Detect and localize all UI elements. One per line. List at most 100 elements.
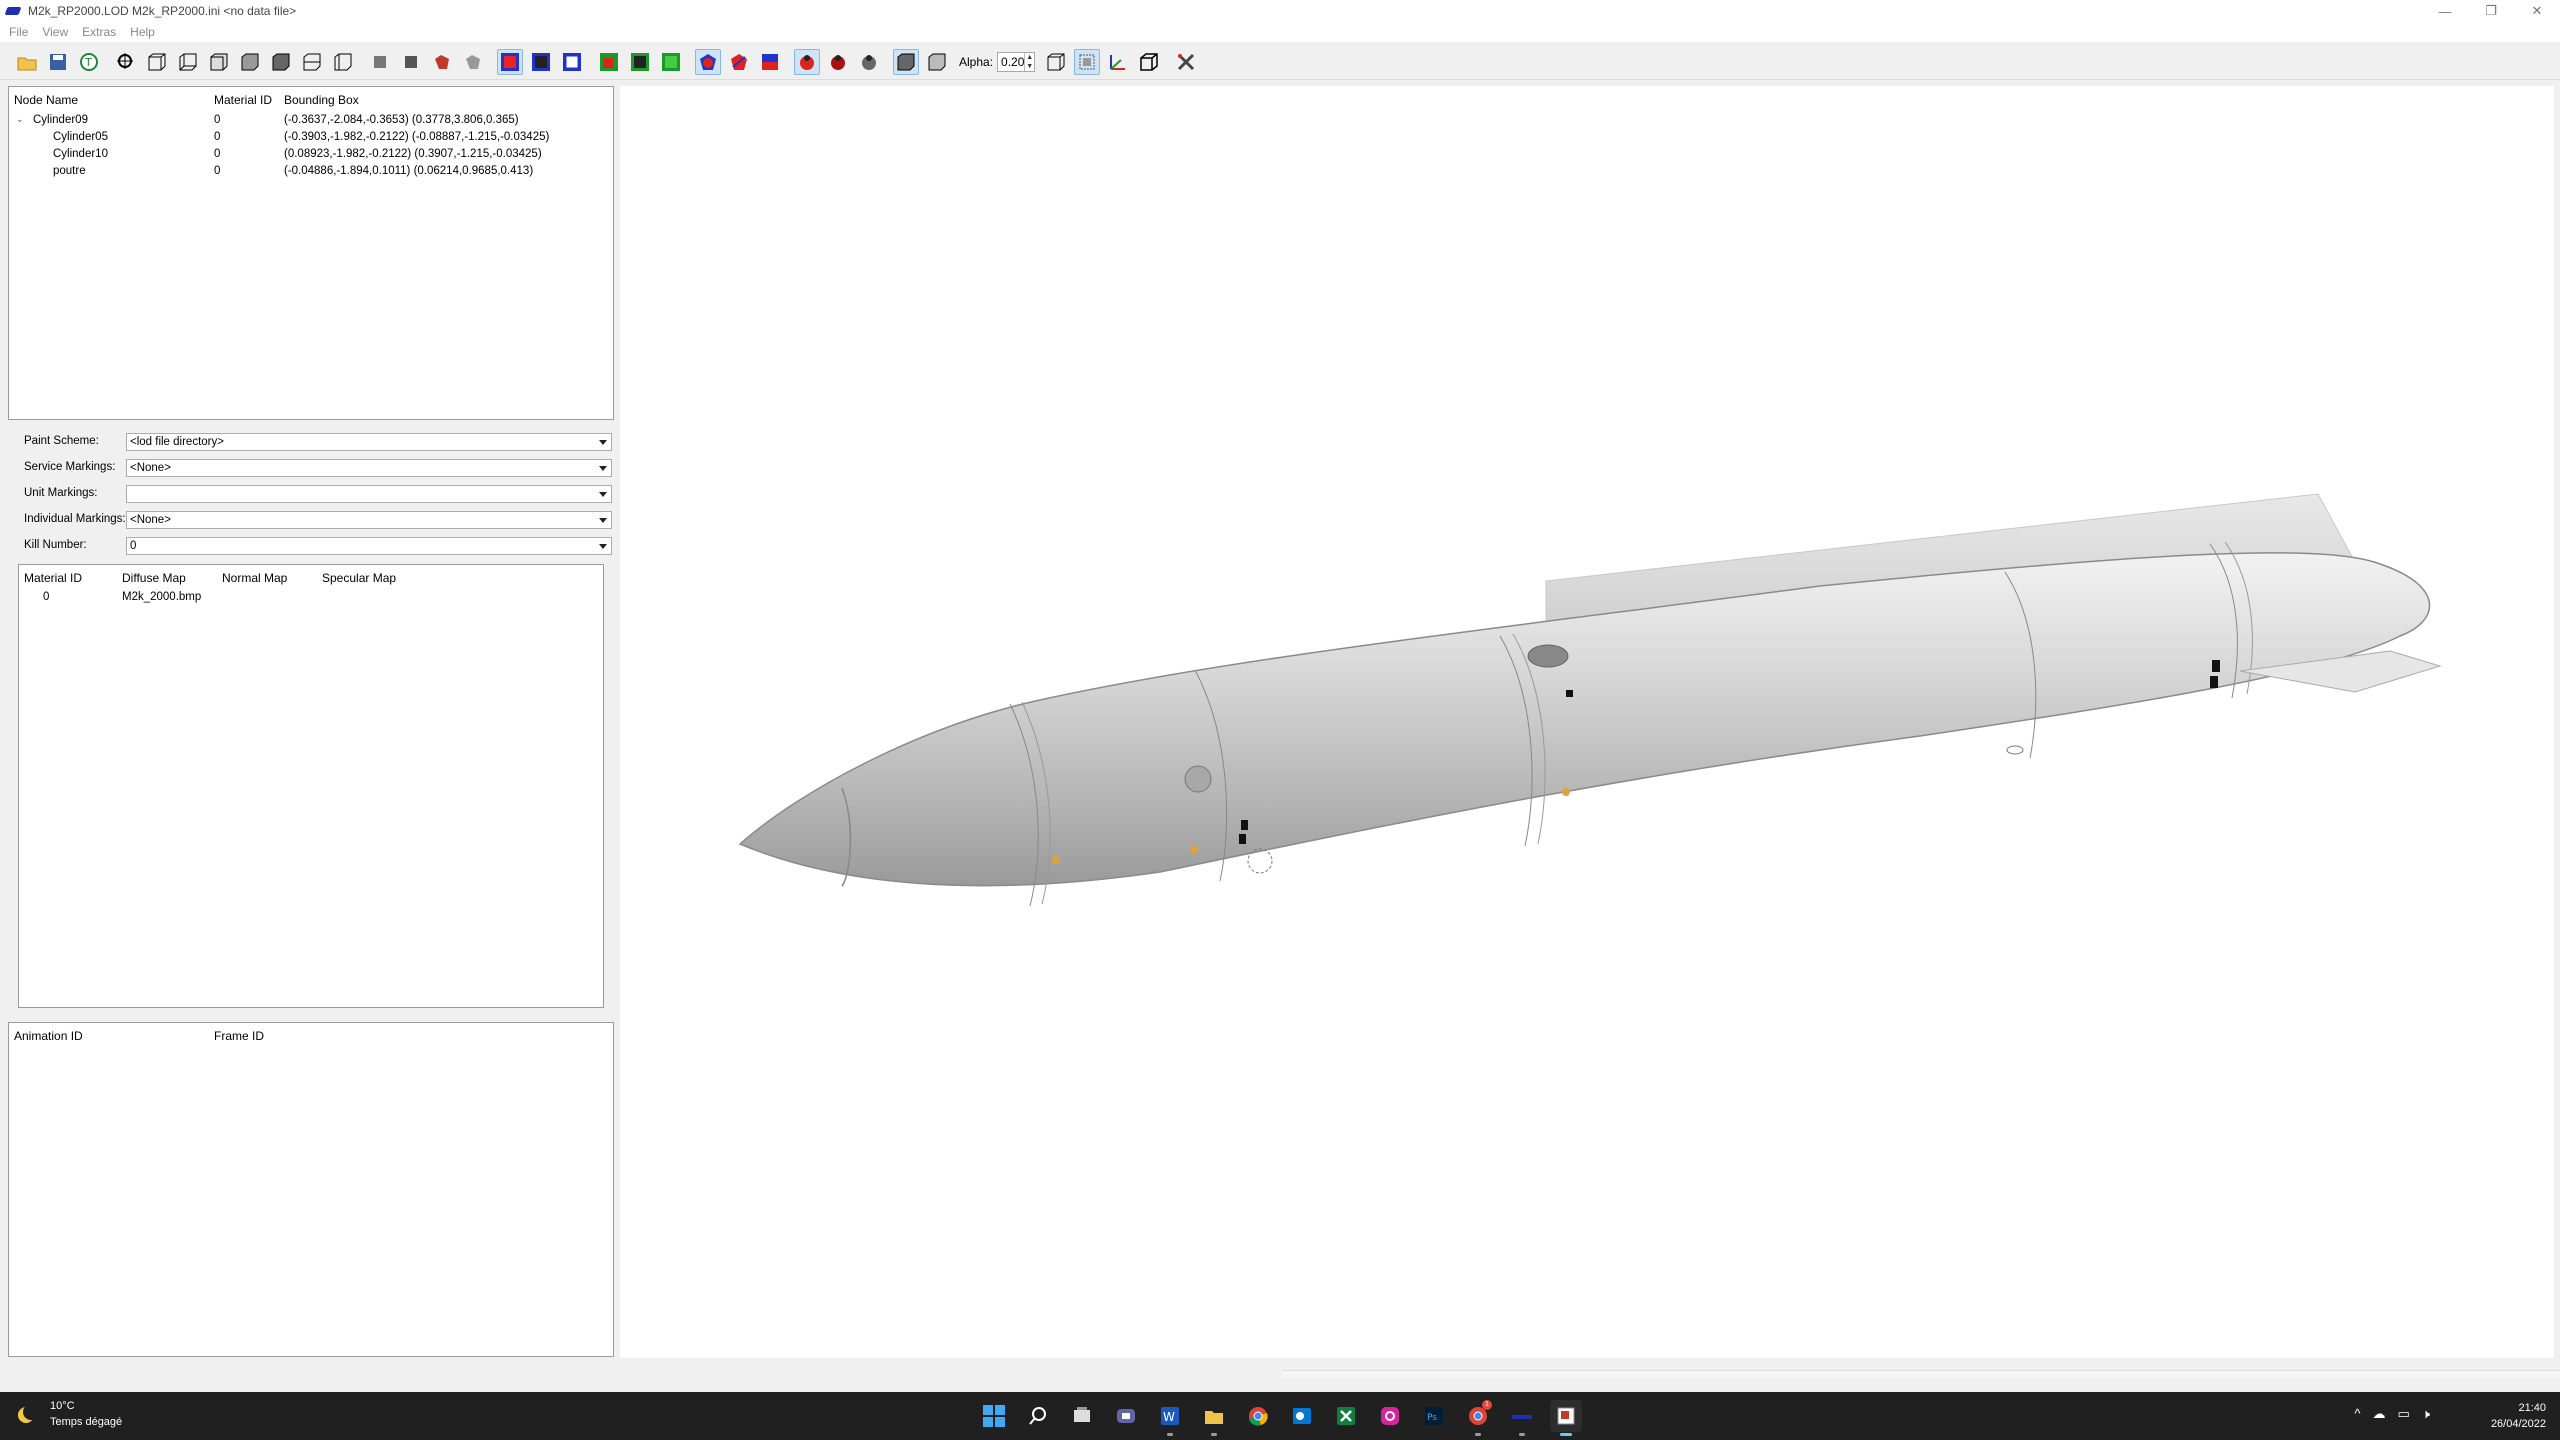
tree-row[interactable]: Cylinder10 0 (0.08923,-1.982,-0.2122) (0… (9, 148, 609, 165)
bbox-dark-icon[interactable] (528, 49, 554, 75)
dropdown-arrow-icon[interactable] (599, 466, 607, 471)
texture-icon[interactable]: T (76, 49, 102, 75)
3d-viewport[interactable] (620, 86, 2554, 1358)
lod-editor-icon[interactable] (1550, 1400, 1582, 1436)
tree-row[interactable]: poutre 0 (-0.04886,-1.894,0.1011) (0.062… (9, 165, 609, 182)
paint-multi-icon[interactable] (757, 49, 783, 75)
tree-row[interactable]: Cylinder05 0 (-0.3903,-1.982,-0.2122) (-… (9, 131, 609, 148)
dropdown-arrow-icon[interactable] (599, 518, 607, 523)
shade-wire-icon[interactable] (460, 49, 486, 75)
network-icon[interactable]: ▭ (2398, 1406, 2410, 1422)
excel-icon[interactable] (1330, 1400, 1362, 1432)
col-node-name[interactable]: Node Name (14, 93, 78, 107)
shade-smooth-icon[interactable] (398, 49, 424, 75)
dropdown-arrow-icon[interactable] (599, 492, 607, 497)
view-left-icon[interactable] (206, 49, 232, 75)
minimize-button[interactable]: — (2422, 0, 2468, 22)
individual-markings-select[interactable]: <None> (126, 511, 612, 529)
chevron-down-icon[interactable]: ⌄ (16, 114, 24, 125)
menu-help[interactable]: Help (130, 25, 155, 39)
task-view-icon[interactable] (1066, 1400, 1098, 1432)
running-indicator (1475, 1433, 1481, 1436)
teams-chat-icon[interactable] (1110, 1400, 1142, 1432)
chrome-icon[interactable] (1242, 1400, 1274, 1432)
materials-panel: Material ID Diffuse Map Normal Map Specu… (18, 564, 604, 1008)
unit-markings-select[interactable] (126, 485, 612, 503)
file-explorer-icon[interactable] (1198, 1400, 1230, 1436)
photoshop-icon[interactable]: Ps (1418, 1400, 1450, 1432)
bbox-toggle-icon[interactable] (1074, 48, 1101, 75)
col-specular-map[interactable]: Specular Map (322, 571, 396, 585)
view-back-icon[interactable] (175, 49, 201, 75)
node-material: 0 (214, 131, 221, 143)
open-folder-icon[interactable] (14, 49, 40, 75)
volume-icon[interactable]: 🕨 (2422, 1406, 2430, 1422)
chevron-up-icon[interactable]: ^ (2354, 1406, 2360, 1422)
col-animation-id[interactable]: Animation ID (14, 1029, 83, 1043)
solid-cube-icon[interactable] (893, 48, 919, 75)
restore-button[interactable]: ❐ (2468, 0, 2514, 22)
col-normal-map[interactable]: Normal Map (222, 571, 287, 585)
wire-cube-icon[interactable] (1043, 49, 1069, 75)
select-green-dark-icon[interactable] (627, 49, 653, 75)
select-green-icon[interactable] (658, 49, 684, 75)
outlook-icon[interactable] (1286, 1400, 1318, 1432)
chrome-profile-icon[interactable]: 1 (1462, 1400, 1494, 1436)
kill-number-select[interactable]: 0 (126, 537, 612, 555)
menu-extras[interactable]: Extras (82, 25, 116, 39)
col-material-id[interactable]: Material ID (214, 93, 272, 107)
box-outline-icon[interactable] (1136, 49, 1162, 75)
menu-bar: File View Extras Help (0, 22, 2560, 42)
tools-icon[interactable] (1173, 49, 1199, 75)
clock[interactable]: 21:40 26/04/2022 (2491, 1400, 2546, 1432)
view-top-icon[interactable] (268, 49, 294, 75)
lod-viewer-icon[interactable] (1506, 1400, 1538, 1436)
paint-scheme-select[interactable]: <lod file directory> (126, 433, 612, 451)
svg-text:T: T (84, 56, 92, 69)
bug-grey-icon[interactable] (856, 49, 882, 75)
svg-text:W: W (1163, 1410, 1175, 1424)
node-name: poutre (53, 165, 86, 177)
zoom-fit-icon[interactable] (113, 49, 139, 75)
unit-markings-label: Unit Markings: (24, 487, 98, 499)
node-bbox: (-0.3637,-2.084,-0.3653) (0.3778,3.806,0… (284, 114, 519, 126)
menu-file[interactable]: File (9, 25, 28, 39)
service-markings-select[interactable]: <None> (126, 459, 612, 477)
bbox-blue-icon[interactable] (559, 49, 585, 75)
view-front-icon[interactable] (144, 49, 170, 75)
material-row[interactable]: 0 M2k_2000.bmp (19, 591, 599, 608)
paint-red-icon[interactable] (695, 48, 721, 75)
menu-view[interactable]: View (42, 25, 68, 39)
spinner-arrows-icon[interactable]: ▲ ▼ (1024, 52, 1034, 71)
shade-textured-icon[interactable] (429, 49, 455, 75)
dropdown-arrow-icon[interactable] (599, 440, 607, 445)
alpha-spinner[interactable]: 0.20 ▲ ▼ (997, 51, 1036, 72)
clock-date: 26/04/2022 (2490, 1418, 2546, 1430)
bug-dark-icon[interactable] (825, 49, 851, 75)
close-button[interactable]: ✕ (2514, 0, 2560, 22)
shade-flat-icon[interactable] (367, 49, 393, 75)
paint-blue-icon[interactable] (726, 49, 752, 75)
col-bounding-box[interactable]: Bounding Box (284, 93, 359, 107)
word-icon[interactable]: W (1154, 1400, 1186, 1436)
dropdown-arrow-icon[interactable] (599, 544, 607, 549)
tree-row[interactable]: ⌄ Cylinder09 0 (-0.3637,-2.084,-0.3653) … (9, 114, 609, 131)
view-iso-icon[interactable] (330, 49, 356, 75)
onedrive-cloud-icon[interactable]: ☁ (2373, 1406, 2386, 1422)
select-green-red-icon[interactable] (596, 49, 622, 75)
windows-start-icon[interactable] (978, 1400, 1010, 1432)
bug-red-icon[interactable] (794, 48, 820, 75)
view-right-icon[interactable] (237, 49, 263, 75)
instagram-icon[interactable] (1374, 1400, 1406, 1432)
save-icon[interactable] (45, 49, 71, 75)
running-indicator (1560, 1433, 1572, 1436)
view-bottom-icon[interactable] (299, 49, 325, 75)
search-icon[interactable] (1022, 1400, 1054, 1432)
alpha-cube-icon[interactable] (924, 49, 950, 75)
bbox-red-icon[interactable] (497, 48, 523, 75)
axes-icon[interactable] (1105, 49, 1131, 75)
col-material-id[interactable]: Material ID (24, 571, 82, 585)
service-markings-value: <None> (130, 462, 171, 474)
col-diffuse-map[interactable]: Diffuse Map (122, 571, 186, 585)
col-frame-id[interactable]: Frame ID (214, 1029, 264, 1043)
